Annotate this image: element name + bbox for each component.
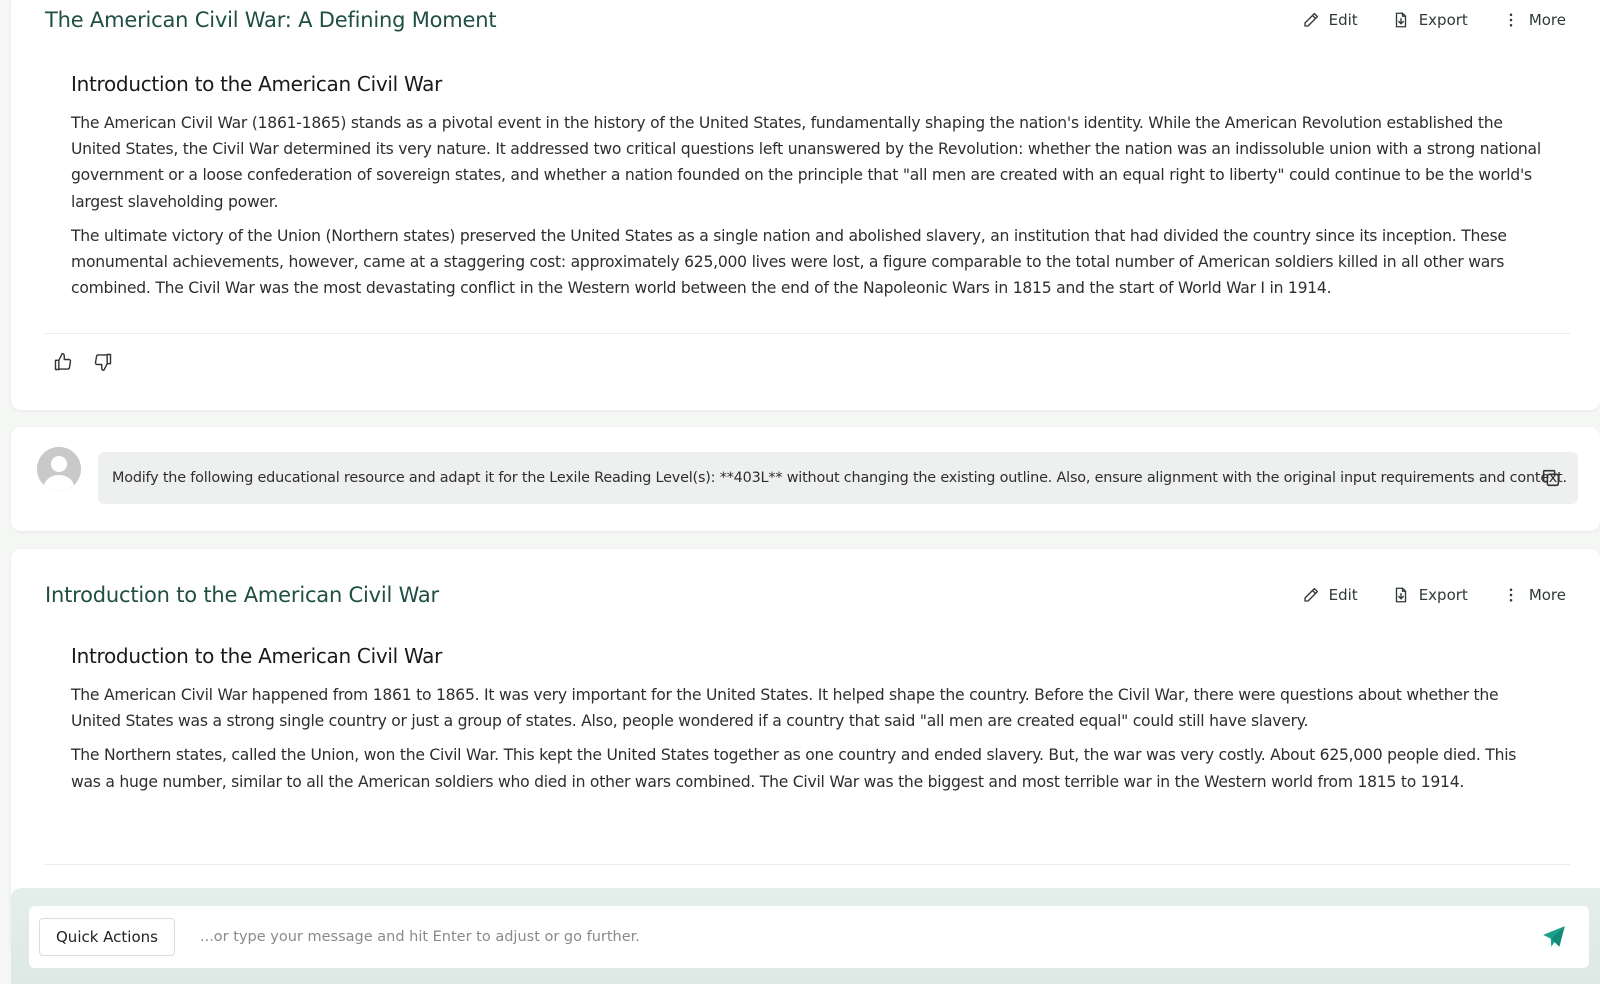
user-prompt: Modify the following educational resourc… [98, 452, 1578, 504]
more-button[interactable]: More [1502, 11, 1566, 29]
composer-area: Quick Actions [11, 888, 1600, 984]
content-heading: Introduction to the American Civil War [71, 72, 443, 96]
content-paragraph: The Northern states, called the Union, w… [71, 746, 1517, 791]
response-title: Introduction to the American Civil War [45, 583, 439, 607]
send-icon[interactable] [1541, 924, 1567, 950]
response-header: The American Civil War: A Defining Momen… [45, 0, 1566, 40]
edit-button[interactable]: Edit [1302, 11, 1358, 29]
more-button[interactable]: More [1502, 586, 1566, 604]
more-label: More [1528, 11, 1566, 29]
user-prompt-text: Modify the following educational resourc… [112, 470, 1567, 486]
thumbs-up-icon[interactable] [53, 352, 73, 372]
user-message-card: Modify the following educational resourc… [11, 427, 1600, 531]
thumbs-down-icon[interactable] [93, 352, 113, 372]
more-label: More [1528, 586, 1566, 604]
avatar [37, 447, 81, 491]
edit-label: Edit [1328, 586, 1358, 604]
more-vertical-icon [1509, 13, 1513, 27]
composer: Quick Actions [29, 906, 1589, 968]
export-label: Export [1418, 586, 1468, 604]
export-button[interactable]: Export [1392, 586, 1468, 604]
export-file-icon [1395, 587, 1406, 603]
response-title: The American Civil War: A Defining Momen… [45, 8, 497, 32]
response-actions: Edit Export More [1302, 586, 1566, 604]
message-input[interactable] [199, 929, 1541, 945]
content-heading: Introduction to the American Civil War [71, 644, 443, 668]
quick-actions-button[interactable]: Quick Actions [39, 918, 175, 956]
pencil-icon [1303, 587, 1318, 602]
user-avatar-icon [37, 447, 81, 491]
copy-icon[interactable] [1540, 467, 1562, 489]
feedback-buttons [53, 352, 113, 372]
content-paragraph: The American Civil War (1861-1865) stand… [71, 114, 1541, 211]
response-card: The American Civil War: A Defining Momen… [11, 0, 1600, 410]
content-paragraph: The American Civil War happened from 186… [71, 686, 1499, 731]
export-label: Export [1418, 11, 1468, 29]
response-content: Introduction to the American Civil War T… [71, 72, 1550, 309]
content-paragraph: The ultimate victory of the Union (North… [71, 226, 1507, 298]
response-content: Introduction to the American Civil War T… [71, 644, 1550, 803]
export-file-icon [1395, 12, 1406, 28]
pencil-icon [1303, 12, 1318, 27]
response-actions: Edit Export More [1302, 11, 1566, 29]
divider [45, 333, 1570, 334]
edit-label: Edit [1328, 11, 1358, 29]
divider [45, 864, 1570, 865]
response-header: Introduction to the American Civil War E… [45, 575, 1566, 615]
export-button[interactable]: Export [1392, 11, 1468, 29]
more-vertical-icon [1509, 588, 1513, 602]
edit-button[interactable]: Edit [1302, 586, 1358, 604]
